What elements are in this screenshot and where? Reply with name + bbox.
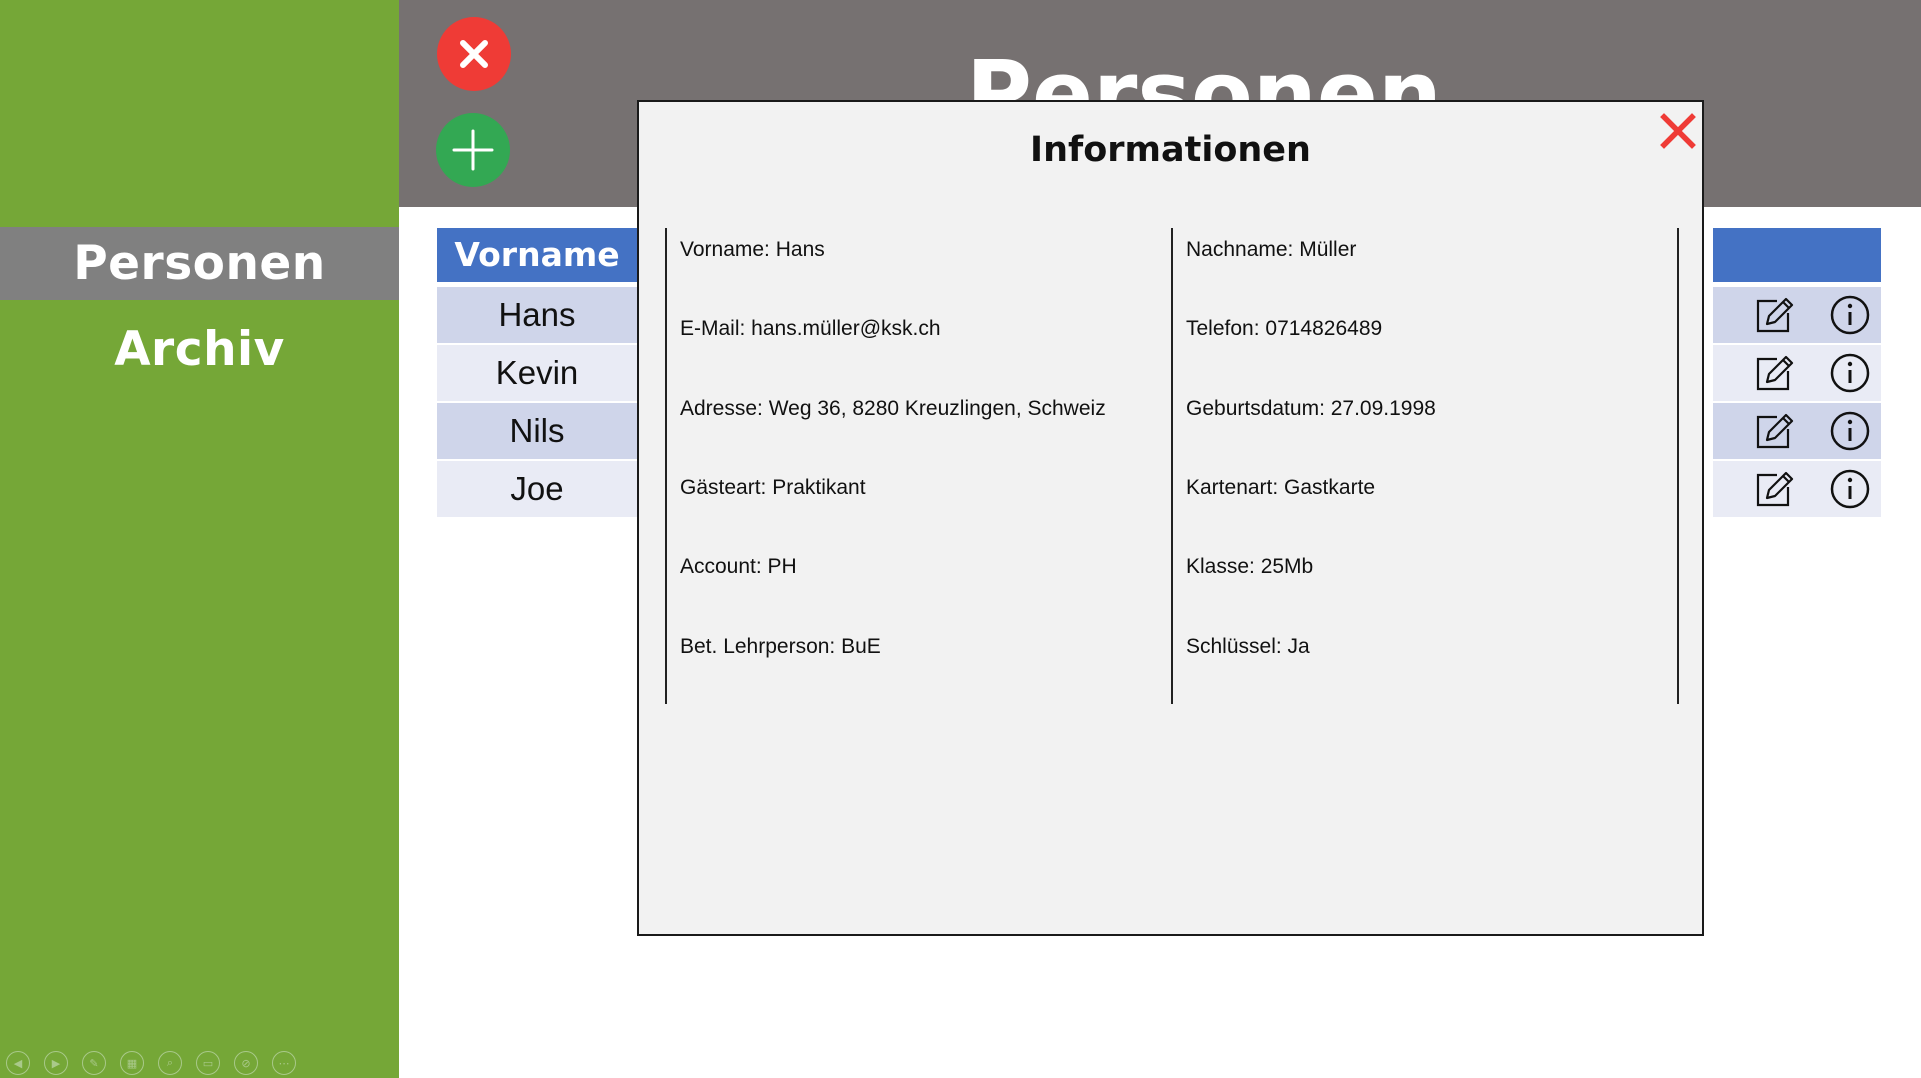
info-icon[interactable] (1830, 353, 1870, 393)
edit-icon[interactable] (1753, 353, 1795, 393)
close-icon[interactable] (1659, 112, 1697, 150)
field-telefon: Telefon: 0714826489 (1186, 317, 1383, 340)
more-options-icon[interactable]: ⋯ (272, 1051, 296, 1075)
plus-icon (452, 129, 494, 171)
field-vorname: Vorname: Hans (680, 238, 825, 261)
column-header-vorname: Vorname (437, 228, 637, 282)
screen-icon[interactable]: ▭ (196, 1051, 220, 1075)
field-account: Account: PH (680, 555, 797, 578)
column-divider (665, 228, 667, 704)
column-divider (1677, 228, 1679, 704)
info-icon[interactable] (1830, 411, 1870, 451)
edit-icon[interactable] (1753, 469, 1795, 509)
edit-icon[interactable] (1753, 411, 1795, 451)
row-actions (1713, 403, 1881, 459)
info-icon[interactable] (1830, 295, 1870, 335)
add-person-button[interactable] (436, 113, 510, 187)
row-actions (1713, 287, 1881, 343)
previous-slide-icon[interactable]: ◀ (6, 1051, 30, 1075)
column-divider (1171, 228, 1173, 704)
table-cell-vorname: Hans (437, 287, 637, 343)
table-cell-vorname: Nils (437, 403, 637, 459)
edit-icon[interactable] (1753, 295, 1795, 335)
column-header-actions (1713, 228, 1881, 282)
close-icon (460, 40, 488, 68)
dialog-title: Informationen (1030, 130, 1311, 170)
table-cell-vorname: Joe (437, 461, 637, 517)
slideshow-controls: ◀ ▶ ✎ ▦ ⌕ ▭ ⊘ ⋯ (6, 1051, 296, 1075)
sidebar-item-archiv[interactable]: Archiv (0, 313, 399, 386)
pen-icon[interactable]: ✎ (82, 1051, 106, 1075)
row-actions (1713, 461, 1881, 517)
table-cell-vorname: Kevin (437, 345, 637, 401)
sidebar-item-personen[interactable]: Personen (0, 227, 399, 300)
field-email: E-Mail: hans.müller@ksk.ch (680, 317, 941, 340)
field-kartenart: Kartenart: Gastkarte (1186, 476, 1376, 499)
field-schluessel: Schlüssel: Ja (1186, 635, 1310, 658)
field-adresse: Adresse: Weg 36, 8280 Kreuzlingen, Schwe… (680, 397, 1106, 420)
row-actions (1713, 345, 1881, 401)
field-klasse: Klasse: 25Mb (1186, 555, 1314, 578)
slides-grid-icon[interactable]: ▦ (120, 1051, 144, 1075)
subtitle-icon[interactable]: ⊘ (234, 1051, 258, 1075)
info-dialog: Informationen Vorname: Hans E-Mail: hans… (637, 100, 1704, 936)
zoom-icon[interactable]: ⌕ (158, 1051, 182, 1075)
field-lehrperson: Bet. Lehrperson: BuE (680, 635, 881, 658)
info-icon[interactable] (1830, 469, 1870, 509)
close-button[interactable] (437, 17, 511, 91)
next-slide-icon[interactable]: ▶ (44, 1051, 68, 1075)
field-geburtsdatum: Geburtsdatum: 27.09.1998 (1186, 397, 1436, 420)
field-nachname: Nachname: Müller (1186, 238, 1357, 261)
sidebar: Personen Archiv ◀ ▶ ✎ ▦ ⌕ ▭ ⊘ ⋯ (0, 0, 399, 1078)
field-gaesteart: Gästeart: Praktikant (680, 476, 866, 499)
